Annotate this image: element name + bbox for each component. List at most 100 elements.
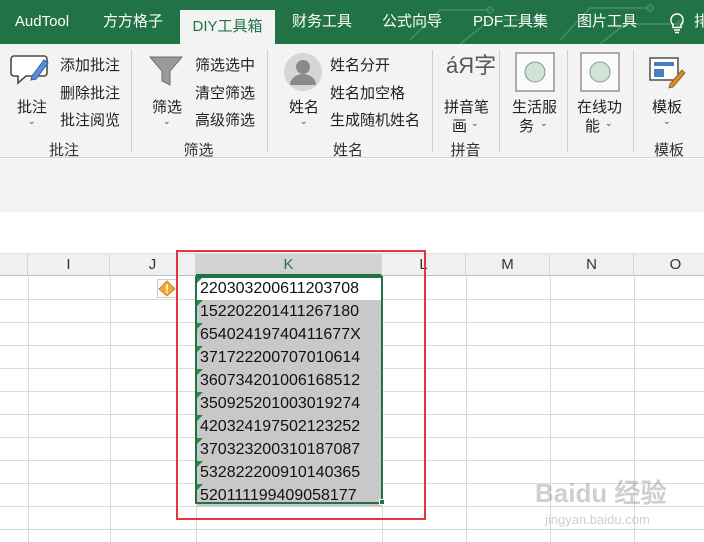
column-header-l[interactable]: L bbox=[382, 254, 466, 276]
group-divider bbox=[432, 50, 433, 152]
tab-image-tools[interactable]: 图片工具 bbox=[566, 0, 648, 44]
watermark-text-1: Baidu 经验 bbox=[535, 478, 666, 508]
cell-value: 65402419740411677X bbox=[200, 326, 361, 343]
online-feature-button-label-2[interactable]: 能 bbox=[585, 115, 600, 136]
cell-value: 152202201411267180 bbox=[200, 303, 359, 320]
annotate-button-label[interactable]: 批注 bbox=[17, 96, 47, 117]
pinyin-icon[interactable]: áЯ字 bbox=[446, 54, 496, 78]
delete-annotation-button[interactable]: 删除批注 bbox=[60, 82, 120, 103]
column-header-m[interactable]: M bbox=[466, 254, 550, 276]
id-number-cell[interactable]: 220303200611203708 bbox=[197, 277, 382, 300]
column-header-j[interactable]: J bbox=[110, 254, 196, 276]
id-number-cell[interactable]: 371722200707010614 bbox=[197, 346, 382, 369]
id-number-cell[interactable]: 532822200910140365 bbox=[197, 461, 382, 484]
chevron-down-icon: ⌄ bbox=[605, 118, 613, 128]
random-name-button[interactable]: 生成随机姓名 bbox=[330, 109, 420, 130]
split-name-button[interactable]: 姓名分开 bbox=[330, 54, 390, 75]
chevron-down-icon: ⌄ bbox=[300, 116, 308, 126]
warning-diamond-icon bbox=[158, 280, 176, 297]
life-service-button-label[interactable]: 生活服 bbox=[512, 96, 557, 117]
online-feature-button-label[interactable]: 在线功 bbox=[577, 96, 622, 117]
text-number-indicator bbox=[197, 484, 203, 490]
pinyin-stroke-button-label-2[interactable]: 画 bbox=[452, 115, 467, 136]
online-feature-icon[interactable] bbox=[580, 52, 620, 92]
name-button-label[interactable]: 姓名 bbox=[289, 96, 319, 117]
cell-value: 360734201006168512 bbox=[200, 372, 361, 389]
text-number-indicator bbox=[197, 415, 203, 421]
text-number-indicator bbox=[197, 323, 203, 329]
id-number-cell[interactable]: 520111199409058177 bbox=[197, 484, 382, 507]
cell-value: 220303200611203708 bbox=[200, 280, 359, 297]
view-annotation-button[interactable]: 批注阅览 bbox=[60, 109, 120, 130]
chevron-down-icon: ⌄ bbox=[663, 116, 671, 126]
tab-more[interactable]: 排 bbox=[694, 0, 704, 44]
grid-line bbox=[466, 276, 467, 542]
template-button-label[interactable]: 模板 bbox=[652, 96, 682, 117]
cell-value: 520111199409058177 bbox=[200, 487, 357, 504]
chevron-down-icon: ⌄ bbox=[540, 118, 548, 128]
cell-value: 370323200310187087 bbox=[200, 441, 361, 458]
tab-finance-tools[interactable]: 财务工具 bbox=[283, 0, 361, 44]
chevron-down-icon: ⌄ bbox=[471, 118, 479, 128]
annotate-icon[interactable] bbox=[10, 50, 50, 90]
chevron-down-icon: ⌄ bbox=[163, 116, 171, 126]
column-header-k[interactable]: K bbox=[196, 254, 382, 276]
group-divider bbox=[567, 50, 568, 152]
cell-value: 532822200910140365 bbox=[200, 464, 361, 481]
fill-handle[interactable] bbox=[379, 499, 385, 505]
id-number-cell[interactable]: 420324197502123252 bbox=[197, 415, 382, 438]
pinyin-stroke-button-label[interactable]: 拼音笔 bbox=[444, 96, 489, 117]
tab-audtool[interactable]: AudTool bbox=[4, 0, 80, 44]
formula-bar-area bbox=[0, 159, 704, 212]
tab-formula-wizard[interactable]: 公式向导 bbox=[371, 0, 453, 44]
tab-pdf-tools[interactable]: PDF工具集 bbox=[463, 0, 558, 44]
ribbon-tab-bar: AudTool 方方格子 DIY工具箱 财务工具 公式向导 PDF工具集 图片工… bbox=[0, 0, 704, 44]
name-add-space-button[interactable]: 姓名加空格 bbox=[330, 82, 405, 103]
text-number-indicator bbox=[197, 300, 203, 306]
group-label-name: 姓名 bbox=[332, 142, 363, 159]
group-label-pinyin: 拼音 bbox=[450, 142, 481, 159]
baidu-paw-logo: Baidu 经验 jingyan.baidu.com bbox=[535, 478, 666, 527]
id-number-cell[interactable]: 360734201006168512 bbox=[197, 369, 382, 392]
text-number-indicator bbox=[197, 277, 203, 283]
life-service-icon[interactable] bbox=[515, 52, 555, 92]
text-number-indicator bbox=[197, 346, 203, 352]
baidu-watermark: Baidu 经验 jingyan.baidu.com bbox=[535, 470, 695, 530]
life-service-button-label-2[interactable]: 务 bbox=[519, 115, 534, 136]
grid-line bbox=[28, 276, 29, 542]
template-icon[interactable] bbox=[648, 54, 686, 90]
error-warning-button[interactable] bbox=[157, 279, 177, 298]
tab-fangfanggezi[interactable]: 方方格子 bbox=[94, 0, 172, 44]
advanced-filter-button[interactable]: 高级筛选 bbox=[195, 109, 255, 130]
id-number-cell[interactable]: 350925201003019274 bbox=[197, 392, 382, 415]
group-divider bbox=[499, 50, 500, 152]
filter-funnel-icon[interactable] bbox=[148, 54, 184, 90]
text-number-indicator bbox=[197, 392, 203, 398]
column-header-blank bbox=[0, 254, 28, 276]
grid-line bbox=[110, 276, 111, 542]
text-number-indicator bbox=[197, 461, 203, 467]
add-annotation-button[interactable]: 添加批注 bbox=[60, 54, 120, 75]
column-header-n[interactable]: N bbox=[550, 254, 634, 276]
lightbulb-icon[interactable] bbox=[666, 12, 688, 34]
clear-filter-button[interactable]: 清空筛选 bbox=[195, 82, 255, 103]
column-header-i[interactable]: I bbox=[28, 254, 110, 276]
id-number-cell[interactable]: 152202201411267180 bbox=[197, 300, 382, 323]
id-number-cell[interactable]: 65402419740411677X bbox=[197, 323, 382, 346]
tab-diy-toolbox[interactable]: DIY工具箱 bbox=[180, 10, 275, 44]
text-number-indicator bbox=[197, 438, 203, 444]
cell-value: 350925201003019274 bbox=[200, 395, 361, 412]
ribbon-panel: 批注 ⌄ 添加批注 删除批注 批注阅览 批注 筛选 ⌄ 筛选选中 清空筛选 高级… bbox=[0, 44, 704, 159]
group-label-template: 模板 bbox=[653, 142, 684, 159]
column-header-o[interactable]: O bbox=[634, 254, 704, 276]
id-number-cell[interactable]: 370323200310187087 bbox=[197, 438, 382, 461]
text-number-indicator bbox=[197, 369, 203, 375]
toolbar-blank-area bbox=[0, 212, 704, 254]
group-divider bbox=[633, 50, 634, 152]
chevron-down-icon: ⌄ bbox=[28, 116, 36, 126]
filter-button-label[interactable]: 筛选 bbox=[152, 96, 182, 117]
cell-value: 420324197502123252 bbox=[200, 418, 361, 435]
person-avatar-icon[interactable] bbox=[283, 52, 323, 92]
group-divider bbox=[131, 50, 132, 152]
filter-selected-button[interactable]: 筛选选中 bbox=[195, 54, 255, 75]
